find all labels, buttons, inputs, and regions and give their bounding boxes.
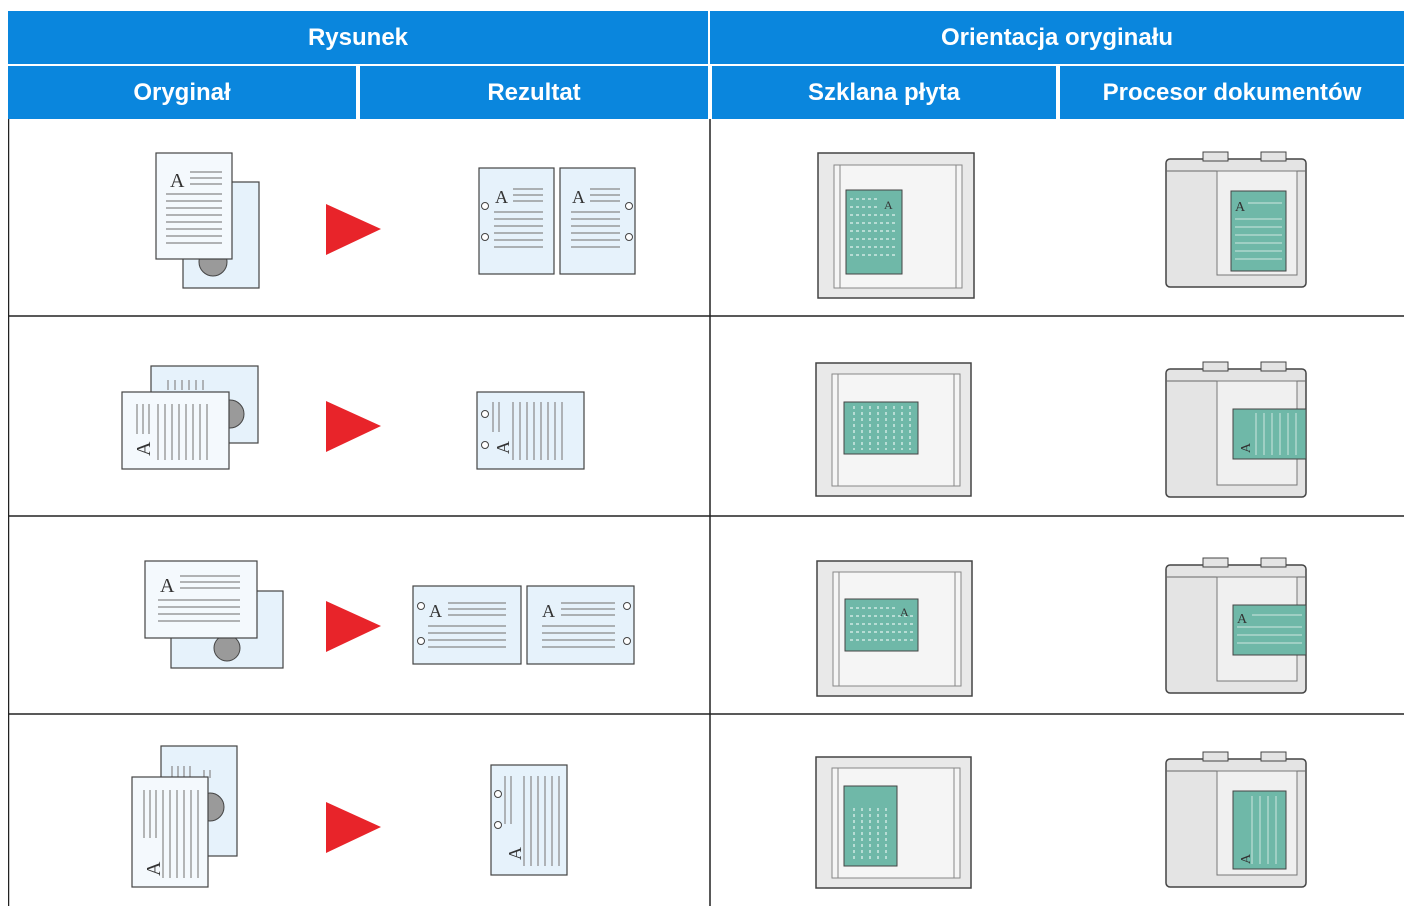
header-result-label: Rezultat bbox=[487, 78, 581, 106]
document-processor-icon: A bbox=[1165, 151, 1307, 288]
table-row: A A A A A bbox=[8, 119, 1404, 316]
document-processor-icon: A bbox=[1165, 751, 1307, 888]
row-illustration: A A A bbox=[121, 361, 1307, 498]
result-pages-icon: A A bbox=[412, 585, 635, 665]
header-orientation: Orientacja oryginału bbox=[710, 11, 1404, 64]
svg-text:A: A bbox=[170, 170, 185, 192]
arrow-icon bbox=[326, 802, 381, 853]
arrow-icon bbox=[326, 401, 381, 452]
result-pages-icon: A bbox=[476, 391, 585, 470]
svg-text:A: A bbox=[1235, 200, 1246, 215]
header-original-label: Oryginał bbox=[133, 78, 231, 106]
svg-text:A: A bbox=[1239, 853, 1254, 864]
svg-text:A: A bbox=[884, 198, 893, 212]
svg-text:A: A bbox=[505, 847, 525, 860]
header-figure: Rysunek bbox=[8, 11, 710, 64]
header-figure-label: Rysunek bbox=[307, 23, 409, 51]
platen-glass-icon: A bbox=[816, 560, 973, 697]
header-glass: Szklana płyta bbox=[712, 66, 1058, 119]
result-pages-icon: A A bbox=[478, 167, 636, 275]
svg-text:A: A bbox=[429, 601, 442, 621]
svg-text:A: A bbox=[493, 441, 513, 454]
arrow-icon bbox=[326, 601, 381, 652]
original-pages-icon: A bbox=[131, 745, 238, 888]
original-pages-icon: A bbox=[144, 560, 284, 669]
row-illustration: A A A bbox=[131, 745, 1307, 889]
svg-text:A: A bbox=[900, 605, 909, 619]
document-processor-icon: A bbox=[1165, 361, 1307, 498]
header-glass-label: Szklana płyta bbox=[807, 78, 961, 106]
row-illustration: A A A A A bbox=[144, 557, 1307, 697]
table-row: A A A bbox=[8, 714, 1404, 906]
svg-text:A: A bbox=[1239, 442, 1254, 453]
original-pages-icon: A bbox=[121, 365, 259, 470]
header-feeder: Procesor dokumentów bbox=[1060, 66, 1404, 119]
original-pages-icon: A bbox=[155, 152, 260, 289]
platen-glass-icon: A bbox=[817, 152, 975, 299]
arrow-icon bbox=[326, 204, 381, 255]
platen-glass-icon bbox=[815, 362, 972, 497]
document-processor-icon: A bbox=[1165, 557, 1307, 694]
svg-text:A: A bbox=[572, 187, 585, 207]
header-orientation-label: Orientacja oryginału bbox=[940, 23, 1174, 51]
svg-text:A: A bbox=[143, 861, 165, 876]
header-feeder-label: Procesor dokumentów bbox=[1102, 78, 1362, 106]
svg-text:A: A bbox=[160, 575, 175, 597]
svg-text:A: A bbox=[1237, 612, 1248, 627]
platen-glass-icon bbox=[815, 756, 972, 889]
svg-text:A: A bbox=[495, 187, 508, 207]
table-row: A A A A A bbox=[8, 516, 1404, 714]
result-pages-icon: A bbox=[490, 764, 568, 876]
svg-text:A: A bbox=[542, 601, 555, 621]
header-result: Rezultat bbox=[360, 66, 710, 119]
svg-text:A: A bbox=[133, 441, 155, 456]
header-original: Oryginał bbox=[8, 66, 358, 119]
row-illustration: A A A A A bbox=[155, 151, 1307, 299]
orientation-table: Rysunek Orientacja oryginału Oryginał Re… bbox=[8, 11, 1404, 906]
table-row: A A A bbox=[8, 316, 1404, 516]
